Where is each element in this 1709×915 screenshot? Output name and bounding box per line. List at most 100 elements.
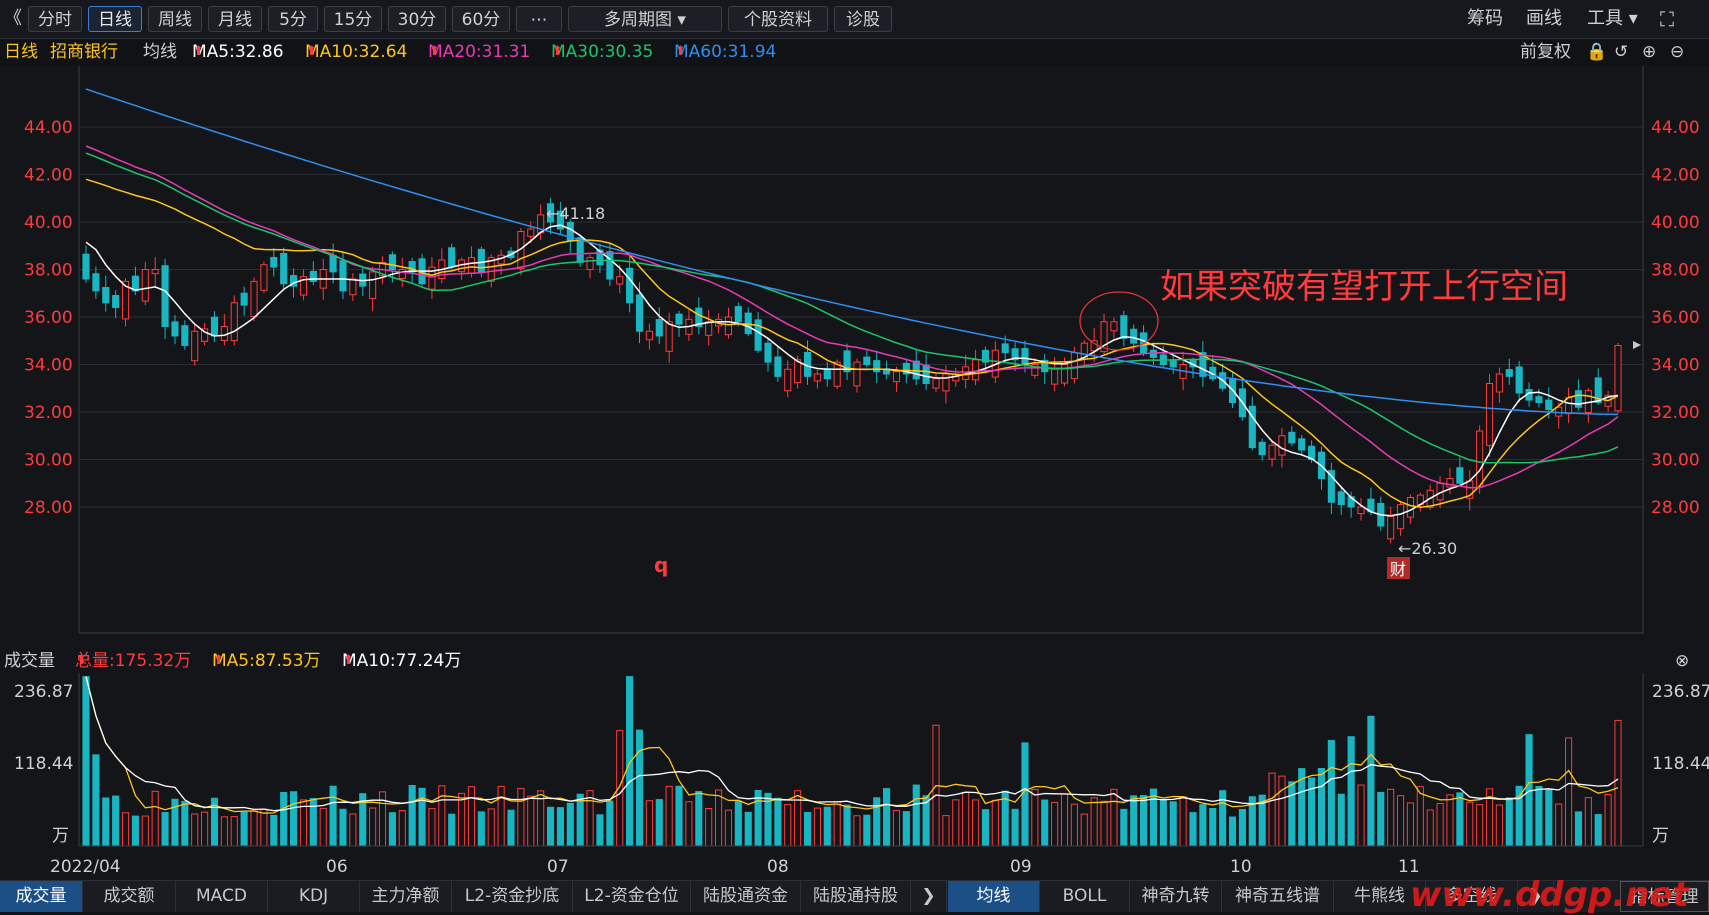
candle-up bbox=[892, 371, 901, 383]
tab-five-lines[interactable]: 神奇五线谱 bbox=[1222, 881, 1334, 912]
ma-label[interactable]: 均线 bbox=[143, 38, 177, 66]
candle-up bbox=[349, 278, 357, 296]
diagnose-button[interactable]: 诊股 bbox=[834, 6, 892, 32]
adjust-mode-button[interactable]: 前复权 bbox=[1520, 38, 1571, 66]
period-button-30min[interactable]: 30分 bbox=[388, 6, 446, 32]
volume-bar-up bbox=[813, 807, 821, 847]
candle-down bbox=[1515, 366, 1523, 394]
tab-volume[interactable]: 成交量 bbox=[0, 881, 83, 912]
period-button-15min[interactable]: 15分 bbox=[324, 6, 382, 32]
vol-axis-mid-right: 118.44 bbox=[1652, 754, 1709, 774]
volume-bar-up bbox=[1357, 784, 1365, 847]
price-tick-label: 34.00 bbox=[24, 356, 73, 376]
tab-ma[interactable]: 均线 bbox=[948, 881, 1040, 912]
candle-down bbox=[270, 256, 278, 268]
candle-down bbox=[102, 287, 110, 304]
tab-l2-bottom[interactable]: L2-资金抄底 bbox=[452, 881, 573, 912]
volume-bar-up bbox=[220, 816, 228, 847]
stock-profile-button[interactable]: 个股资料 bbox=[728, 6, 828, 32]
zoom-out-icon[interactable]: ⊖ bbox=[1670, 38, 1684, 66]
volume-bar-down bbox=[1545, 788, 1553, 847]
price-tick-label: 40.00 bbox=[1651, 213, 1700, 233]
more-periods-button[interactable]: ⋯ bbox=[516, 6, 562, 32]
volume-bar-up bbox=[260, 808, 268, 847]
price-chart[interactable]: 44.00 42.00 40.00 38.00 36.00 34.00 32.00 30.00… bbox=[0, 66, 1709, 649]
candle-up bbox=[971, 359, 980, 381]
tools-button[interactable]: 工具 ▾ bbox=[1587, 6, 1638, 32]
collapse-button[interactable]: 《 bbox=[4, 6, 22, 32]
draw-button[interactable]: 画线 bbox=[1526, 6, 1562, 32]
candle-up bbox=[1495, 373, 1503, 393]
candle-down bbox=[1535, 396, 1543, 404]
tab-l2-position[interactable]: L2-资金仓位 bbox=[573, 881, 691, 912]
price-tick-label: 38.00 bbox=[1651, 261, 1700, 281]
volume-bar-up bbox=[1426, 809, 1434, 847]
x-label-jul: 07 bbox=[547, 857, 569, 877]
stock-name[interactable]: 招商银行 bbox=[50, 38, 118, 66]
price-tick-label: 28.00 bbox=[1651, 498, 1700, 518]
candle-down bbox=[240, 292, 248, 306]
lock-icon[interactable]: 🔒 bbox=[1586, 38, 1607, 66]
candle-down bbox=[754, 319, 762, 351]
tab-northbound-funds[interactable]: 陆股通资金 bbox=[691, 881, 801, 912]
period-button-fenshi[interactable]: 分时 bbox=[28, 6, 82, 32]
zoom-in-icon[interactable]: ⊕ bbox=[1642, 38, 1656, 66]
up-arrow-icon: ⬆ bbox=[193, 44, 204, 59]
chart-background bbox=[0, 66, 1709, 649]
tab-main-net[interactable]: 主力净额 bbox=[360, 881, 452, 912]
fullscreen-icon[interactable]: ⛶ bbox=[1660, 6, 1674, 32]
volume-bar-up bbox=[645, 800, 653, 847]
volume-bar-down bbox=[408, 784, 416, 847]
tab-td9[interactable]: 神奇九转 bbox=[1130, 881, 1222, 912]
volume-bar-down bbox=[626, 676, 634, 847]
multi-period-dropdown[interactable]: 多周期图 ▾ bbox=[568, 6, 722, 32]
period-button-monthly[interactable]: 月线 bbox=[208, 6, 262, 32]
candle-up bbox=[1110, 321, 1118, 332]
candle-up bbox=[398, 269, 406, 279]
period-button-5min[interactable]: 5分 bbox=[268, 6, 318, 32]
volume-bar-down bbox=[863, 814, 871, 847]
volume-bar-down bbox=[507, 809, 515, 847]
volume-bar-down bbox=[339, 808, 347, 847]
volume-bar-down bbox=[843, 804, 851, 847]
low-label: ←26.30 bbox=[1398, 539, 1457, 558]
tab-turnover[interactable]: 成交额 bbox=[83, 881, 176, 912]
period-button-daily[interactable]: 日线 bbox=[88, 6, 142, 32]
volume-chart[interactable]: 236.87 118.44 万 236.87 118.44 万 2022/04 … bbox=[0, 673, 1709, 880]
candle-up bbox=[724, 316, 733, 336]
volume-bar-down bbox=[635, 729, 644, 847]
chips-button[interactable]: 筹码 bbox=[1467, 6, 1503, 32]
volume-bar-up bbox=[892, 810, 901, 847]
tab-boll[interactable]: BOLL bbox=[1040, 881, 1130, 912]
tab-macd[interactable]: MACD bbox=[176, 881, 268, 912]
period-button-weekly[interactable]: 周线 bbox=[148, 6, 202, 32]
candle-up bbox=[467, 257, 476, 274]
volume-bar-down bbox=[1130, 795, 1138, 847]
undo-icon[interactable]: ↺ bbox=[1614, 38, 1628, 66]
volume-bar-down bbox=[1149, 788, 1158, 847]
volume-bar-down bbox=[1169, 801, 1177, 847]
price-tick-label: 34.00 bbox=[1651, 356, 1700, 376]
volume-bar-down bbox=[912, 784, 920, 847]
volume-title[interactable]: 成交量 bbox=[4, 649, 55, 673]
price-axis-right: 44.00 42.00 40.00 38.00 36.00 34.00 32.00 30.00… bbox=[1651, 118, 1700, 518]
vol-axis-mid-left: 118.44 bbox=[14, 754, 73, 774]
volume-bar-down bbox=[477, 811, 485, 847]
period-button-60min[interactable]: 60分 bbox=[452, 6, 510, 32]
candle-down bbox=[112, 294, 120, 308]
candle-up bbox=[1485, 383, 1494, 446]
volume-bar-up bbox=[715, 789, 723, 847]
candle-up bbox=[1476, 430, 1484, 488]
candle-up bbox=[369, 271, 377, 299]
volume-bar-up bbox=[1070, 803, 1078, 847]
volume-bar-up bbox=[487, 808, 495, 847]
price-tick-label: 42.00 bbox=[1651, 166, 1700, 186]
volume-bar-down bbox=[744, 811, 752, 847]
chevron-right-icon[interactable]: ❯ bbox=[911, 881, 947, 912]
close-icon[interactable]: ⊗ bbox=[1675, 649, 1689, 673]
volume-bar-down bbox=[1041, 799, 1049, 847]
candle-down bbox=[1298, 438, 1306, 451]
volume-bar-down bbox=[240, 811, 248, 847]
tab-northbound-holdings[interactable]: 陆股通持股 bbox=[801, 881, 911, 912]
tab-kdj[interactable]: KDJ bbox=[268, 881, 360, 912]
